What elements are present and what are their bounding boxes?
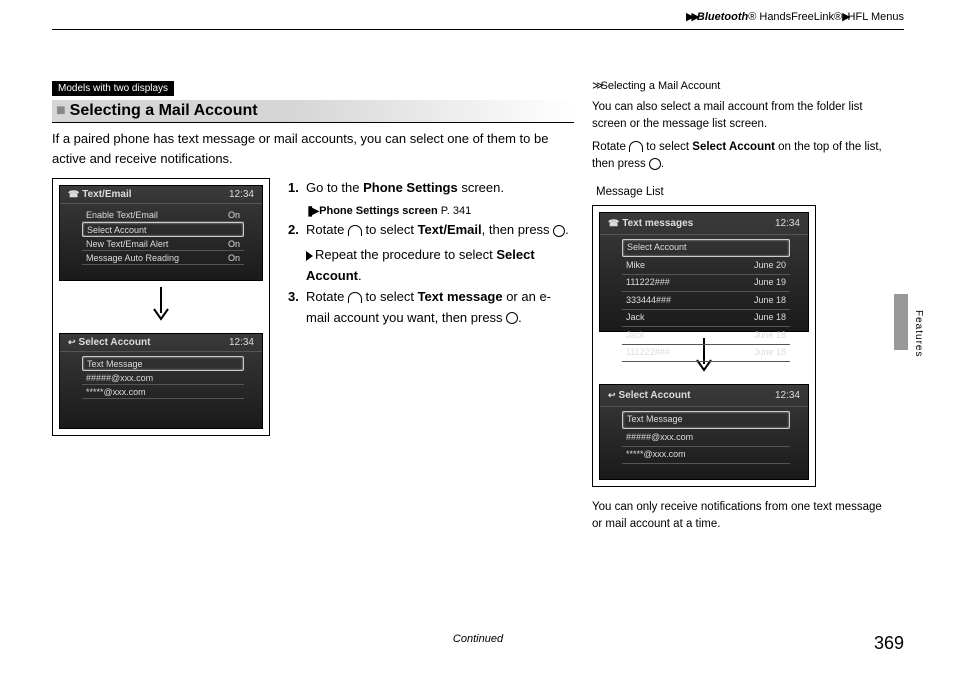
model-tag: Models with two displays <box>52 81 174 96</box>
message-list-label: Message List <box>596 184 892 201</box>
continued-label: Continued <box>112 633 844 654</box>
push-icon <box>649 158 661 170</box>
screen-list-row: *****@xxx.com <box>82 385 244 399</box>
play-triangle-icon <box>306 251 313 261</box>
screen-list-row: Select Account <box>82 222 244 237</box>
screen-list-row: Text Message <box>622 411 790 430</box>
screen-list-row: Text Message <box>82 356 244 371</box>
thumb-tab-label: Features <box>913 310 924 357</box>
side-column: ≫Selecting a Mail Account You can also s… <box>592 78 892 539</box>
rotary-dial-icon <box>348 225 362 236</box>
rotary-dial-icon <box>629 141 643 152</box>
screen-list-row: #####@xxx.com <box>82 371 244 385</box>
down-arrow-icon <box>59 287 263 327</box>
page-number: 369 <box>844 633 904 654</box>
screen-list-row: 333444###June 18 <box>622 292 790 310</box>
intro-text: If a paired phone has text message or ma… <box>52 129 574 168</box>
section-heading: ■Selecting a Mail Account <box>52 100 574 123</box>
screen-list-row: Select Account <box>622 239 790 258</box>
cross-reference[interactable]: ❚▶ Phone Settings screen P. 341 <box>306 203 574 221</box>
screenshot-message-list: Text messages12:34 Select AccountMikeJun… <box>592 205 816 487</box>
push-icon <box>506 312 518 324</box>
thumb-tab <box>894 294 908 350</box>
screen-list-row: *****@xxx.com <box>622 447 790 465</box>
screen-list-row: 111222###June 19 <box>622 275 790 293</box>
screen-list-row: #####@xxx.com <box>622 429 790 447</box>
screen-list-row: Enable Text/EmailOn <box>82 208 244 222</box>
screen-list-row: JackJune 18 <box>622 310 790 328</box>
screen-list-row: New Text/Email AlertOn <box>82 237 244 251</box>
push-icon <box>553 225 565 237</box>
steps: 1.Go to the Phone Settings screen. ❚▶ Ph… <box>288 178 574 436</box>
breadcrumb: ▶▶Bluetooth® HandsFreeLink®▶HFL Menus <box>52 10 904 27</box>
screen-list-row: 111222###June 18 <box>622 345 790 363</box>
screen-list-row: Message Auto ReadingOn <box>82 251 244 265</box>
screen-list-row: JackJune 18 <box>622 327 790 345</box>
screenshot-text-email: Text/Email12:34 Enable Text/EmailOnSelec… <box>52 178 270 436</box>
rotary-dial-icon <box>348 292 362 303</box>
screen-list-row: MikeJune 20 <box>622 257 790 275</box>
